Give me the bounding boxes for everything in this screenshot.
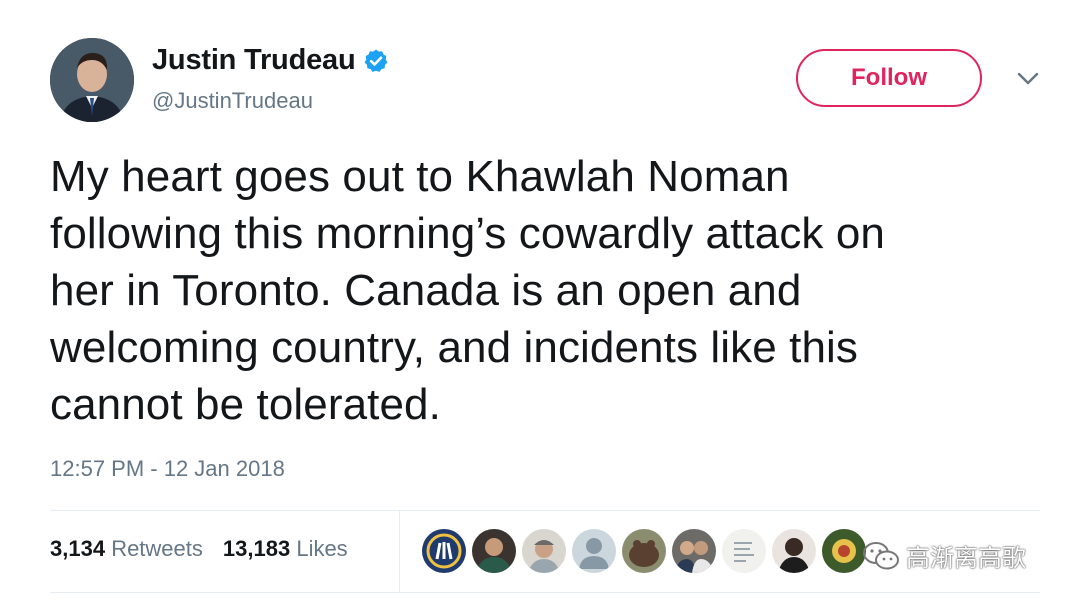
- tweet-timestamp[interactable]: 12:57 PM - 12 Jan 2018: [50, 456, 285, 482]
- liker-avatar[interactable]: [672, 529, 716, 573]
- likes-stat[interactable]: 13,183 Likes: [223, 536, 348, 562]
- liker-avatar[interactable]: [472, 529, 516, 573]
- tweet-stats: 3,134 Retweets 13,183 Likes: [50, 536, 348, 562]
- user-handle[interactable]: @JustinTrudeau: [152, 88, 313, 114]
- profile-photo: [50, 38, 134, 122]
- liker-avatar[interactable]: [522, 529, 566, 573]
- tweet-text-line: welcoming country, and incidents like th…: [50, 323, 858, 372]
- wechat-icon: [863, 541, 899, 569]
- tweet-text-line: her in Toronto. Canada is an open and: [50, 266, 802, 315]
- divider: [50, 592, 1040, 593]
- tweet-card: Justin Trudeau @JustinTrudeau Follow My …: [0, 0, 1080, 603]
- liker-avatar[interactable]: [722, 529, 766, 573]
- divider: [50, 510, 1040, 511]
- tweet-text-line: cannot be tolerated.: [50, 380, 441, 429]
- likes-label: Likes: [296, 536, 348, 561]
- liker-avatar[interactable]: [572, 529, 616, 573]
- verified-badge-icon: [365, 49, 388, 72]
- tweet-text: My heart goes out to Khawlah Noman follo…: [50, 148, 1040, 433]
- tweet-text-line: following this morning’s cowardly attack…: [50, 209, 885, 258]
- tweet-text-line: My heart goes out to Khawlah Noman: [50, 152, 790, 201]
- liker-avatar[interactable]: [622, 529, 666, 573]
- liker-avatar[interactable]: [822, 529, 866, 573]
- likers-avatar-row: [422, 529, 866, 573]
- follow-button[interactable]: Follow: [796, 49, 982, 107]
- retweets-stat[interactable]: 3,134 Retweets: [50, 536, 203, 562]
- watermark-text: 高渐离高歌: [906, 544, 1026, 572]
- liker-avatar[interactable]: [422, 529, 466, 573]
- liker-avatar[interactable]: [772, 529, 816, 573]
- retweets-label: Retweets: [111, 536, 203, 561]
- user-avatar[interactable]: [50, 38, 134, 122]
- watermark: 高渐离高歌: [862, 538, 1026, 573]
- divider: [399, 510, 400, 592]
- user-display-name[interactable]: Justin Trudeau: [152, 44, 356, 77]
- likes-count: 13,183: [222, 536, 291, 561]
- retweets-count: 3,134: [50, 536, 106, 561]
- chevron-down-icon[interactable]: [1016, 70, 1040, 88]
